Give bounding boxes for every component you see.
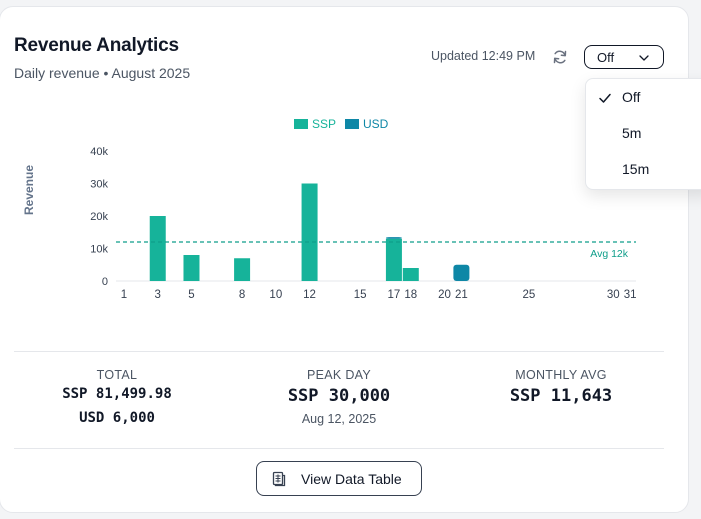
interval-option-off[interactable]: Off xyxy=(586,81,701,113)
chevron-down-icon xyxy=(639,55,649,61)
refresh-icon[interactable] xyxy=(551,48,569,66)
view-data-table-label: View Data Table xyxy=(301,471,402,487)
legend-label-usd: USD xyxy=(363,117,389,131)
check-icon xyxy=(599,93,611,103)
interval-option-label: 15m xyxy=(622,161,650,177)
stat-total: TOTAL SSP 81,499.98 USD 6,000 xyxy=(62,368,172,426)
card-subtitle: Daily revenue • August 2025 xyxy=(14,65,191,81)
view-data-table-button[interactable]: View Data Table xyxy=(256,461,422,496)
updated-timestamp: Updated 12:49 PM xyxy=(431,49,536,63)
stat-total-usd: USD 6,000 xyxy=(79,410,155,426)
interval-menu: Off 5m 15m xyxy=(585,78,701,190)
table-icon xyxy=(272,471,286,487)
legend-label-ssp: SSP xyxy=(312,117,337,131)
stat-peak-value: SSP 30,000 xyxy=(287,386,391,406)
stat-peak-date: Aug 12, 2025 xyxy=(301,412,377,426)
interval-option-label: Off xyxy=(622,89,641,105)
stat-peak-day: PEAK DAY SSP 30,000 Aug 12, 2025 xyxy=(264,368,414,426)
interval-option-label: 5m xyxy=(622,125,642,141)
interval-select[interactable]: Off xyxy=(584,45,664,69)
y-axis-title: Revenue xyxy=(22,164,36,215)
stat-total-ssp: SSP 81,499.98 xyxy=(62,386,172,402)
stat-total-label: TOTAL xyxy=(96,368,138,382)
stat-avg-label: MONTHLY AVG xyxy=(515,368,607,382)
legend-swatch-ssp xyxy=(294,119,308,129)
interval-value: Off xyxy=(597,50,615,65)
interval-option-5m[interactable]: 5m xyxy=(586,117,701,149)
card-title: Revenue Analytics xyxy=(14,35,179,56)
interval-option-15m[interactable]: 15m xyxy=(586,153,701,185)
stat-monthly-avg: MONTHLY AVG SSP 11,643 xyxy=(486,368,636,406)
stat-peak-label: PEAK DAY xyxy=(307,368,371,382)
legend-swatch-usd xyxy=(345,119,359,129)
stat-avg-value: SSP 11,643 xyxy=(509,386,613,406)
chart-divider xyxy=(14,351,664,352)
footer-divider xyxy=(14,448,664,449)
